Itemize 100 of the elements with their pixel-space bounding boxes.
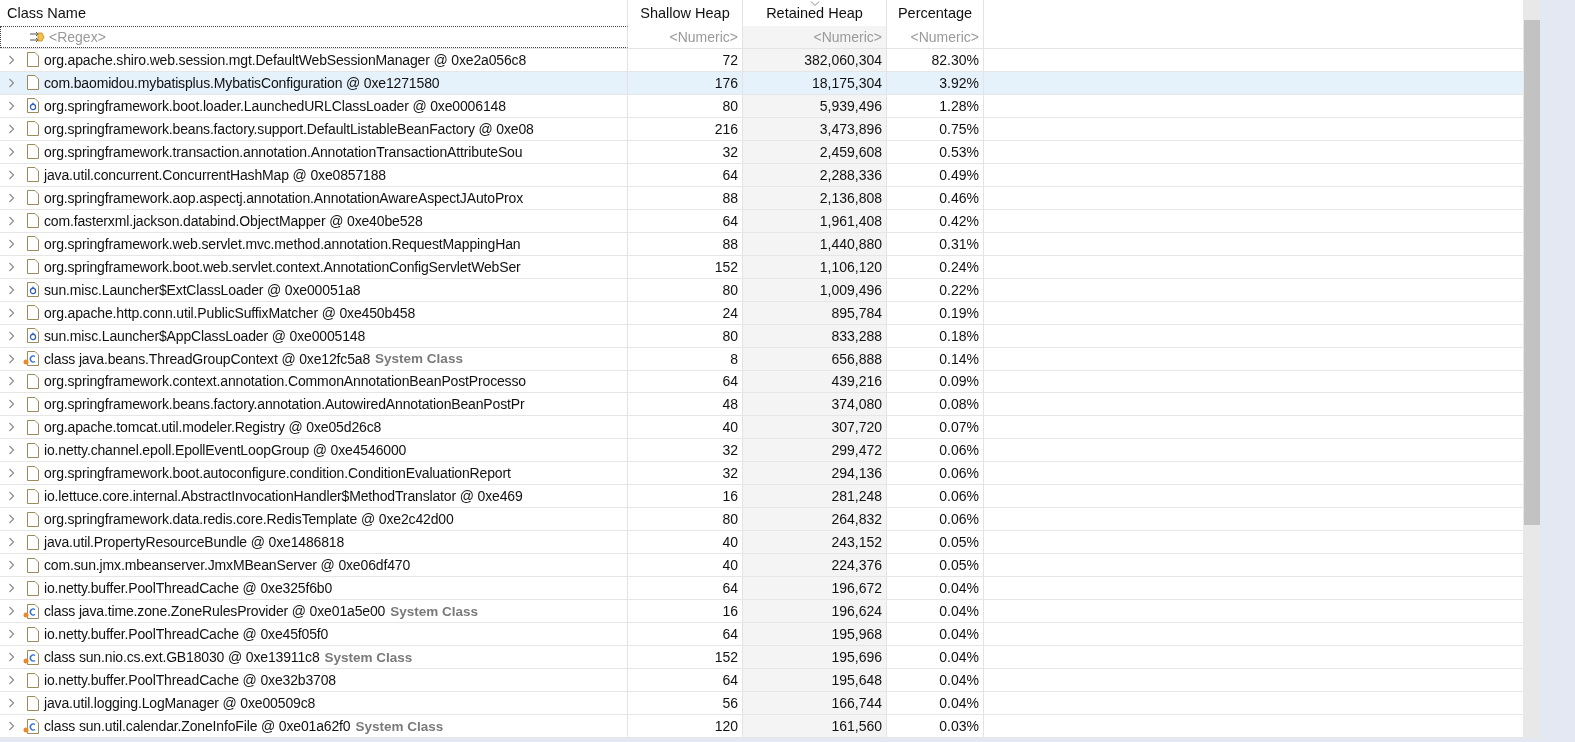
expand-icon[interactable] — [8, 514, 15, 525]
expand-icon[interactable] — [8, 261, 15, 272]
class-name: class java.time.zone.ZoneRulesProvider @ 0xe01a5e00 — [44, 603, 386, 620]
table-cell: 3,473,896 — [819, 120, 882, 137]
expand-icon[interactable] — [8, 629, 15, 640]
expand-icon[interactable] — [8, 652, 15, 663]
class-name: org.springframework.boot.web.servlet.context.AnnotationConfigServletWebSer — [44, 258, 521, 275]
class-name: java.util.PropertyResourceBundle @ 0xe1486818 — [44, 534, 345, 551]
table-cell: 382,060,304 — [804, 51, 882, 68]
table-cell: 0.06% — [939, 511, 979, 528]
table-cell: 224,376 — [831, 557, 882, 574]
table-cell: 64 — [722, 373, 738, 390]
table-cell: 1.28% — [939, 97, 979, 114]
table-cell: 2,288,336 — [819, 166, 882, 183]
filter-field[interactable]: <Numeric> — [887, 28, 983, 45]
scrollbar-thumb[interactable] — [1524, 20, 1540, 525]
table-cell: 243,152 — [831, 534, 882, 551]
table-cell: 1,961,408 — [819, 212, 882, 229]
table-cell: 264,832 — [831, 511, 882, 528]
class-name: io.lettuce.core.internal.AbstractInvocationHandler$MethodTranslator @ 0xe469 — [44, 488, 523, 505]
table-cell: 0.05% — [939, 534, 979, 551]
class-name: class java.beans.ThreadGroupContext @ 0xe12fc5a8 — [44, 350, 371, 367]
expand-icon[interactable] — [8, 238, 15, 249]
table-cell: 80 — [722, 511, 738, 528]
expand-icon[interactable] — [8, 468, 15, 479]
expand-icon[interactable] — [8, 445, 15, 456]
table-cell: 80 — [722, 327, 738, 344]
expand-icon[interactable] — [8, 169, 15, 180]
expand-icon[interactable] — [8, 675, 15, 686]
expand-icon[interactable] — [8, 606, 15, 617]
table-cell: 80 — [722, 281, 738, 298]
expand-icon[interactable] — [8, 376, 15, 387]
table-cell: 64 — [722, 580, 738, 597]
expand-icon[interactable] — [8, 123, 15, 134]
expand-icon[interactable] — [8, 54, 15, 65]
table-cell: 24 — [722, 304, 738, 321]
class-name: com.sun.jmx.mbeanserver.JmxMBeanServer @ 0xe06df470 — [44, 557, 411, 574]
class-name: org.springframework.beans.factory.support.DefaultListableBeanFactory @ 0xe08 — [44, 120, 534, 137]
expand-icon[interactable] — [8, 215, 15, 226]
class-name: org.springframework.aop.aspectj.annotation.AnnotationAwareAspectJAutoProx — [44, 189, 524, 206]
table-cell: 32 — [722, 143, 738, 160]
class-name: class sun.util.calendar.ZoneInfoFile @ 0xe01a62f0 — [44, 718, 351, 734]
column-header[interactable]: Shallow Heap — [640, 5, 730, 21]
table-cell: 0.07% — [939, 419, 979, 436]
table-cell: 16 — [722, 488, 738, 505]
table-cell: 0.05% — [939, 557, 979, 574]
table-cell: 195,696 — [831, 649, 882, 666]
table-cell: 161,560 — [831, 718, 882, 734]
table-cell: 0.46% — [939, 189, 979, 206]
class-name: io.netty.buffer.PoolThreadCache @ 0xe32b3708 — [44, 672, 336, 689]
class-name: org.springframework.web.servlet.mvc.method.annotation.RequestMappingHan — [44, 235, 521, 252]
table-cell: 0.22% — [939, 281, 979, 298]
table-cell: 88 — [722, 189, 738, 206]
expand-icon[interactable] — [8, 307, 15, 318]
column-header[interactable]: Retained Heap — [766, 5, 863, 21]
expand-icon[interactable] — [8, 330, 15, 341]
filter-field[interactable]: <Regex> — [0, 25, 628, 48]
table-cell: 0.04% — [939, 626, 979, 643]
class-name: io.netty.channel.epoll.EpollEventLoopGroup @ 0xe4546000 — [44, 442, 407, 459]
table-cell: 16 — [722, 603, 738, 620]
expand-icon[interactable] — [8, 537, 15, 548]
column-header[interactable]: Percentage — [897, 5, 973, 21]
table-cell: 64 — [722, 212, 738, 229]
table-cell: 152 — [714, 258, 738, 275]
expand-icon[interactable] — [8, 100, 15, 111]
table-cell: 2,459,608 — [819, 143, 882, 160]
expand-icon[interactable] — [8, 583, 15, 594]
table-cell: 1,009,496 — [819, 281, 882, 298]
expand-icon[interactable] — [8, 192, 15, 203]
expand-icon[interactable] — [8, 491, 15, 502]
table-cell: 0.03% — [939, 718, 979, 734]
class-name: com.baomidou.mybatisplus.MybatisConfiguration @ 0xe1271580 — [44, 74, 440, 91]
expand-icon[interactable] — [8, 422, 15, 433]
expand-icon[interactable] — [8, 560, 15, 571]
table-cell: 656,888 — [831, 350, 882, 367]
filter-field[interactable]: <Numeric> — [628, 28, 742, 45]
table-cell: 0.04% — [939, 603, 979, 620]
expand-icon[interactable] — [8, 721, 15, 731]
table-cell: 0.09% — [939, 373, 979, 390]
expand-icon[interactable] — [8, 284, 15, 295]
expand-icon[interactable] — [8, 353, 15, 364]
table-cell: 64 — [722, 672, 738, 689]
table-cell: 1,440,880 — [819, 235, 882, 252]
expand-icon[interactable] — [8, 77, 15, 88]
table-cell: 895,784 — [831, 304, 882, 321]
expand-icon[interactable] — [8, 698, 15, 709]
column-header[interactable]: Class Name — [7, 5, 86, 21]
expand-icon[interactable] — [8, 146, 15, 157]
table-cell: 0.42% — [939, 212, 979, 229]
table-cell: 32 — [722, 465, 738, 482]
expand-icon[interactable] — [8, 399, 15, 410]
class-name: org.springframework.boot.autoconfigure.condition.ConditionEvaluationReport — [44, 465, 511, 482]
filter-input[interactable]: <Regex> — [49, 28, 627, 45]
table-cell: 18,175,304 — [811, 74, 882, 91]
class-name: org.springframework.boot.loader.LaunchedURLClassLoader @ 0xe0006148 — [44, 97, 506, 114]
class-name: sun.misc.Launcher$ExtClassLoader @ 0xe00051a8 — [44, 281, 361, 298]
table-cell: 833,288 — [831, 327, 882, 344]
table-cell: 0.53% — [939, 143, 979, 160]
table-cell: 439,216 — [831, 373, 882, 390]
table-cell: 307,720 — [831, 419, 882, 436]
